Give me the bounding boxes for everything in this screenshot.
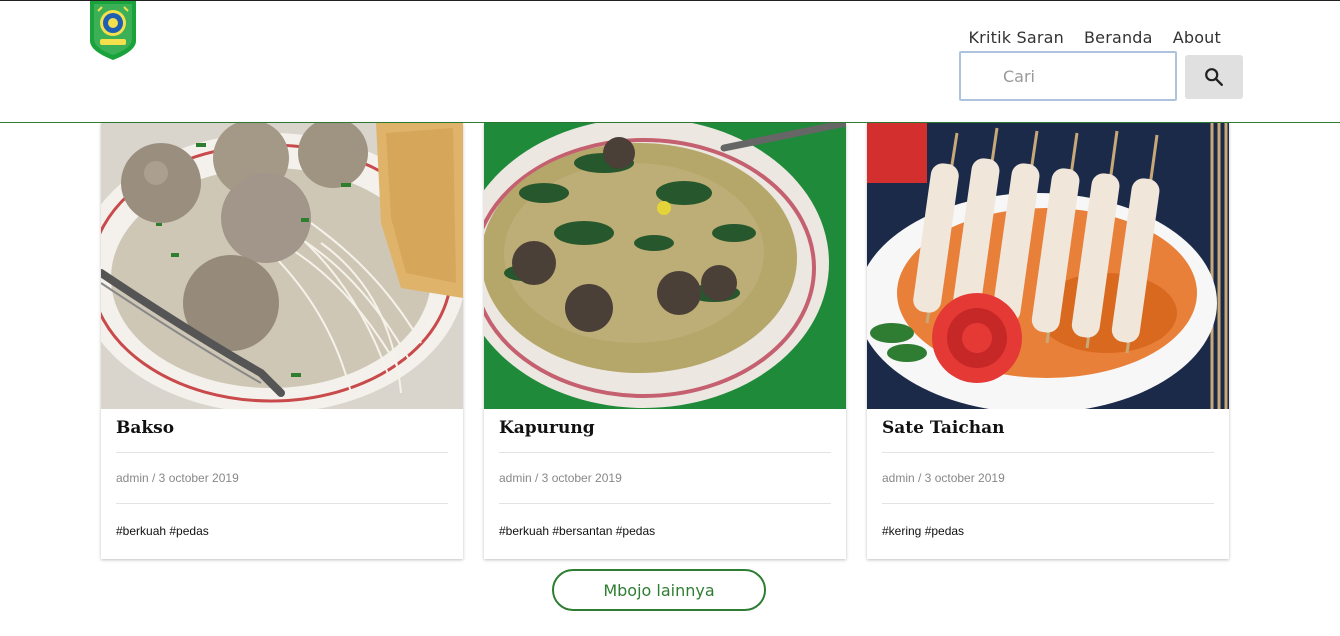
logo-emblem-icon[interactable]	[88, 1, 138, 61]
card-tags: #kering #pedas	[882, 524, 965, 538]
card-title[interactable]: Bakso	[116, 409, 448, 452]
food-card-kapurung[interactable]: Kapurung admin / 3 october 2019 #berkuah…	[484, 123, 846, 559]
food-image-sate-taichan	[867, 123, 1229, 409]
food-card-bakso[interactable]: Bakso admin / 3 october 2019 #berkuah #p…	[101, 123, 463, 559]
site-header: Kritik Saran Beranda About	[0, 1, 1340, 123]
nav-about[interactable]: About	[1173, 28, 1221, 47]
food-image-kapurung	[484, 123, 846, 409]
food-card-sate-taichan[interactable]: Sate Taichan admin / 3 october 2019 #ker…	[867, 123, 1229, 559]
card-title[interactable]: Kapurung	[499, 409, 831, 452]
search-icon	[1205, 68, 1223, 86]
search-input[interactable]	[959, 51, 1177, 101]
nav-kritik-saran[interactable]: Kritik Saran	[968, 28, 1063, 47]
more-food-button[interactable]: Mbojo lainnya	[552, 569, 766, 611]
card-tags: #berkuah #pedas	[116, 524, 209, 538]
card-meta: admin / 3 october 2019	[882, 471, 1005, 485]
food-card-list: Bakso admin / 3 october 2019 #berkuah #p…	[101, 123, 1229, 559]
card-title[interactable]: Sate Taichan	[882, 409, 1214, 452]
card-meta: admin / 3 october 2019	[116, 471, 239, 485]
card-tags: #berkuah #bersantan #pedas	[499, 524, 656, 538]
food-image-bakso	[101, 123, 463, 409]
main-nav: Kritik Saran Beranda About	[968, 28, 1221, 47]
search-button[interactable]	[1185, 55, 1243, 99]
search-bar	[959, 51, 1243, 101]
nav-beranda[interactable]: Beranda	[1084, 28, 1153, 47]
card-meta: admin / 3 october 2019	[499, 471, 622, 485]
